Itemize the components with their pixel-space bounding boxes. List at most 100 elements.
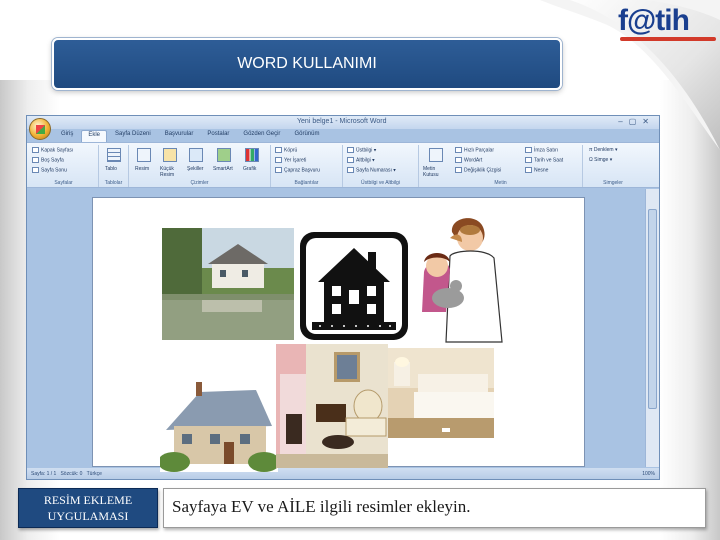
signature-line-button[interactable]: İmza Satırı <box>525 147 558 153</box>
table-button[interactable]: Tablo <box>105 166 117 172</box>
group-pages: Kapak Sayfası Boş Sayfa Sayfa Sonu Sayfa… <box>29 145 99 187</box>
clip-art-icon <box>163 148 177 162</box>
group-links-label: Bağlantılar <box>294 180 319 186</box>
quick-parts-label: Hızlı Parçalar <box>464 147 495 154</box>
word-title-bar: Yeni belge1 - Microsoft Word –▢✕ <box>27 116 659 129</box>
hyperlink-label: Köprü <box>284 147 298 154</box>
tab-insert[interactable]: Ekle <box>81 130 108 142</box>
bookmark-button[interactable]: Yer İşareti <box>275 157 306 163</box>
cover-page-label: Kapak Sayfası <box>41 147 74 154</box>
tab-page-layout[interactable]: Sayfa Düzeni <box>109 130 157 142</box>
quick-parts-button[interactable]: Hızlı Parçalar <box>455 147 494 153</box>
house-silhouette-clipart[interactable] <box>298 230 410 342</box>
footer-icon <box>347 157 354 163</box>
equation-button[interactable]: π Denklem ▾ <box>589 147 617 153</box>
fatih-logo: f@tih <box>618 4 716 44</box>
smartart-button[interactable]: SmartArt <box>213 166 233 172</box>
bedroom-photo[interactable] <box>388 348 494 438</box>
blank-page-button[interactable]: Boş Sayfa <box>32 157 64 163</box>
symbol-button[interactable]: Ω Simge ▾ <box>589 157 612 163</box>
object-button[interactable]: Nesne <box>525 167 548 173</box>
hyperlink-icon <box>275 147 282 153</box>
blank-page-label: Boş Sayfa <box>41 157 64 164</box>
wordart-label: WordArt <box>464 157 483 164</box>
ribbon-tabs: Giriş Ekle Sayfa Düzeni Başvurular Posta… <box>55 130 325 142</box>
status-zoom[interactable]: 100% <box>642 471 655 477</box>
slide-title: WORD KULLANIMI <box>52 38 562 90</box>
page-break-button[interactable]: Sayfa Sonu <box>32 167 67 173</box>
cross-reference-button[interactable]: Çapraz Başvuru <box>275 167 320 173</box>
group-links: Köprü Yer İşareti Çapraz Başvuru Bağlant… <box>271 145 343 187</box>
window-controls[interactable]: –▢✕ <box>618 117 655 126</box>
blank-page-icon <box>32 157 39 163</box>
page-number-button[interactable]: Sayfa Numarası ▾ <box>347 167 396 173</box>
quick-parts-icon <box>455 147 462 153</box>
status-words: Sözcük: 0 <box>60 471 83 477</box>
page-break-label: Sayfa Sonu <box>41 167 67 174</box>
fatih-logo-text: f@tih <box>618 4 690 37</box>
slide: f@tih WORD KULLANIMI Yeni belge1 - Micro… <box>0 0 720 540</box>
ribbon: Kapak Sayfası Boş Sayfa Sayfa Sonu Sayfa… <box>27 142 659 188</box>
cover-page-button[interactable]: Kapak Sayfası <box>32 147 73 153</box>
status-left: Sayfa: 1 / 1 Sözcük: 0 Türkçe <box>31 471 102 477</box>
symbol-label: Simge <box>594 157 609 163</box>
group-illustrations: Resim Küçük Resim Şekiller SmartArt Graf… <box>129 145 271 187</box>
status-bar: Sayfa: 1 / 1 Sözcük: 0 Türkçe 100% <box>27 468 659 479</box>
vertical-scrollbar[interactable] <box>645 189 659 467</box>
drop-cap-icon <box>455 167 462 173</box>
wordart-icon <box>455 157 462 163</box>
chart-button[interactable]: Grafik <box>243 166 256 172</box>
header-button[interactable]: Üstbilgi ▾ <box>347 147 376 153</box>
chart-icon <box>245 148 259 162</box>
group-illustrations-label: Çizimler <box>190 180 209 186</box>
office-button[interactable] <box>29 118 51 140</box>
text-box-icon <box>429 148 443 162</box>
drop-cap-label: Değişiklik Çizgisi <box>464 167 502 174</box>
office-logo-icon <box>36 125 45 134</box>
countryside-house-photo[interactable] <box>162 228 294 340</box>
family-with-pet-clipart[interactable] <box>410 212 520 346</box>
text-box-button[interactable]: Metin Kutusu <box>423 166 451 178</box>
footer-button[interactable]: Altbilgi ▾ <box>347 157 375 163</box>
group-pages-label: Sayfalar <box>54 180 73 186</box>
group-tables: Tablo Tablolar <box>99 145 129 187</box>
cottage-clipart[interactable] <box>160 380 278 472</box>
living-room-fireplace-clipart[interactable] <box>276 344 388 468</box>
date-time-icon <box>525 157 532 163</box>
picture-icon <box>137 148 151 162</box>
scrollbar-thumb[interactable] <box>648 209 657 409</box>
table-icon[interactable] <box>107 148 121 162</box>
signature-line-icon <box>525 147 532 153</box>
drop-cap-button[interactable]: Değişiklik Çizgisi <box>455 167 501 173</box>
header-icon <box>347 147 354 153</box>
hyperlink-button[interactable]: Köprü <box>275 147 297 153</box>
group-symbols-label: Simgeler <box>603 180 623 186</box>
page-number-icon <box>347 167 354 173</box>
shapes-icon <box>189 148 203 162</box>
tab-view[interactable]: Görünüm <box>288 130 325 142</box>
signature-line-label: İmza Satırı <box>534 147 559 154</box>
group-text: Metin Kutusu Hızlı Parçalar WordArt Deği… <box>419 145 583 187</box>
wordart-button[interactable]: WordArt <box>455 157 482 163</box>
activity-label: RESİM EKLEME UYGULAMASI <box>18 488 158 528</box>
word-window-title: Yeni belge1 - Microsoft Word <box>297 118 387 125</box>
object-label: Nesne <box>534 167 549 174</box>
footer-label: Altbilgi <box>356 157 371 164</box>
tab-references[interactable]: Başvurular <box>159 130 200 142</box>
object-icon <box>525 167 532 173</box>
shapes-button[interactable]: Şekiller <box>187 166 203 172</box>
cover-page-icon <box>32 147 39 153</box>
date-time-button[interactable]: Tarih ve Saat <box>525 157 563 163</box>
bookmark-icon <box>275 157 282 163</box>
tab-home[interactable]: Giriş <box>55 130 79 142</box>
bookmark-label: Yer İşareti <box>284 157 307 164</box>
fatih-logo-underline <box>620 37 716 41</box>
group-tables-label: Tablolar <box>104 180 123 186</box>
clip-art-button[interactable]: Küçük Resim <box>160 166 182 178</box>
tab-review[interactable]: Gözden Geçir <box>237 130 286 142</box>
status-page: Sayfa: 1 / 1 <box>31 471 57 477</box>
equation-label: Denklem <box>593 147 614 153</box>
header-label: Üstbilgi <box>356 147 373 154</box>
picture-button[interactable]: Resim <box>135 166 149 172</box>
tab-mailings[interactable]: Postalar <box>201 130 235 142</box>
